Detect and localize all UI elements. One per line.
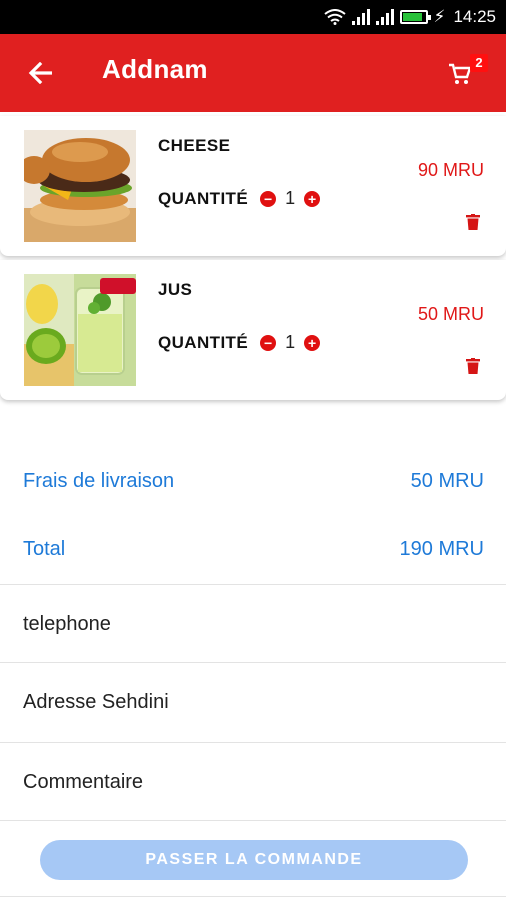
cart-count-badge: 2 bbox=[470, 54, 488, 72]
quantity-label: QUANTITÉ bbox=[158, 188, 249, 208]
trash-icon[interactable] bbox=[466, 358, 480, 374]
comment-field-container bbox=[0, 742, 506, 820]
cart-button[interactable]: 2 bbox=[444, 52, 488, 96]
wifi-icon bbox=[323, 9, 346, 25]
delivery-fee-label: Frais de livraison bbox=[23, 470, 175, 492]
quantity-value: 1 bbox=[285, 332, 296, 352]
trash-icon[interactable] bbox=[466, 214, 480, 230]
item-price: 90 MRU bbox=[417, 160, 484, 180]
cart-item-card: JUS QUANTITÉ − 1 + 50 MRU bbox=[0, 260, 506, 400]
minus-circle-icon: − bbox=[264, 190, 273, 207]
phone-field[interactable] bbox=[23, 607, 483, 641]
cart-icon bbox=[449, 63, 472, 84]
delivery-fee-value: 50 MRU bbox=[410, 470, 484, 492]
cart-item-card: CHEESE QUANTITÉ − 1 + 90 MRU bbox=[0, 116, 506, 256]
item-price: 50 MRU bbox=[417, 304, 484, 324]
back-button[interactable] bbox=[22, 54, 60, 92]
minus-circle-icon: − bbox=[264, 334, 273, 351]
increase-quantity-button[interactable]: + bbox=[304, 190, 321, 207]
charging-icon: ⚡ bbox=[433, 7, 446, 26]
plus-circle-icon: + bbox=[308, 334, 317, 351]
phone-field-container bbox=[0, 584, 506, 662]
item-name: JUS bbox=[158, 280, 193, 299]
plus-circle-icon: + bbox=[308, 190, 317, 207]
quantity-value: 1 bbox=[285, 188, 296, 208]
quantity-label: QUANTITÉ bbox=[158, 332, 249, 352]
status-time: 14:25 bbox=[453, 7, 496, 26]
divider bbox=[0, 820, 506, 821]
total-label: Total bbox=[23, 538, 66, 560]
total-row: Total 190 MRU bbox=[23, 538, 484, 561]
address-field[interactable] bbox=[23, 685, 483, 719]
increase-quantity-button[interactable]: + bbox=[304, 334, 321, 351]
signal-icon bbox=[375, 9, 394, 25]
decrease-quantity-button[interactable]: − bbox=[260, 334, 277, 351]
item-image-burger bbox=[24, 130, 136, 242]
status-icons: ⚡ 14:25 bbox=[323, 0, 496, 34]
delivery-fee-row: Frais de livraison 50 MRU bbox=[23, 470, 484, 493]
item-name: CHEESE bbox=[158, 136, 231, 155]
decrease-quantity-button[interactable]: − bbox=[260, 190, 277, 207]
signal-icon bbox=[351, 9, 370, 25]
arrow-left-icon bbox=[28, 62, 52, 84]
place-order-button[interactable]: PASSER LA COMMANDE bbox=[40, 840, 468, 880]
item-image-juice bbox=[24, 274, 136, 386]
comment-field[interactable] bbox=[23, 765, 483, 799]
quantity-stepper: QUANTITÉ − 1 + bbox=[158, 188, 321, 209]
status-bar: ⚡ 14:25 bbox=[0, 0, 506, 34]
page-title: Addnam bbox=[102, 54, 208, 84]
address-field-container bbox=[0, 662, 506, 740]
divider bbox=[0, 896, 506, 897]
app-bar: Addnam 2 bbox=[0, 34, 506, 112]
battery-icon bbox=[399, 10, 431, 24]
total-value: 190 MRU bbox=[399, 538, 484, 560]
quantity-stepper: QUANTITÉ − 1 + bbox=[158, 332, 321, 353]
